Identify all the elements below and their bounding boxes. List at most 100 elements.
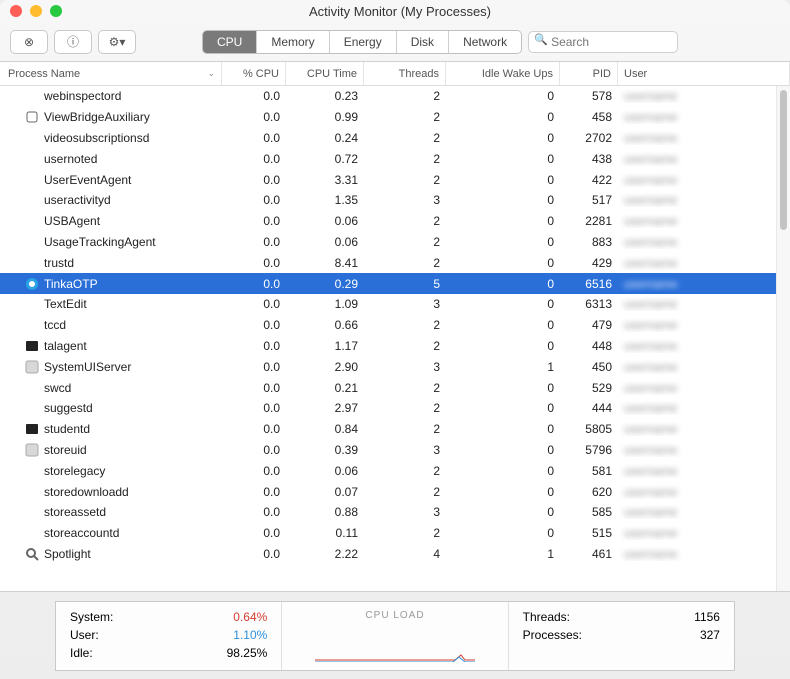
threads-value: 1156 [694, 610, 720, 624]
cpu-percent: 0.0 [222, 89, 286, 103]
threads: 3 [364, 193, 446, 207]
table-row[interactable]: USBAgent0.00.06202281username [0, 211, 776, 232]
stop-icon: ⊗ [24, 35, 34, 49]
idle-wake-ups: 0 [446, 505, 560, 519]
table-row[interactable]: storeassetd0.00.8830585username [0, 502, 776, 523]
process-icon [24, 296, 40, 312]
process-icon [24, 463, 40, 479]
zoom-window-button[interactable] [50, 5, 62, 17]
threads: 3 [364, 297, 446, 311]
cpu-time: 0.99 [286, 110, 364, 124]
threads: 2 [364, 401, 446, 415]
idle-wake-ups: 0 [446, 318, 560, 332]
process-icon [24, 359, 40, 375]
cpu-time: 1.17 [286, 339, 364, 353]
pid: 458 [560, 110, 618, 124]
tab-energy[interactable]: Energy [330, 31, 397, 53]
col-cpu-time[interactable]: CPU Time [286, 62, 364, 85]
cpu-percent: 0.0 [222, 505, 286, 519]
tab-network[interactable]: Network [449, 31, 521, 53]
table-row[interactable]: studentd0.00.84205805username [0, 419, 776, 440]
idle-wake-ups: 0 [446, 131, 560, 145]
close-window-button[interactable] [10, 5, 22, 17]
scrollbar-thumb[interactable] [780, 90, 787, 230]
tab-memory[interactable]: Memory [257, 31, 329, 53]
vertical-scrollbar[interactable] [776, 86, 790, 591]
table-row[interactable]: TextEdit0.01.09306313username [0, 294, 776, 315]
cpu-time: 0.24 [286, 131, 364, 145]
col-process-name[interactable]: Process Name ⌄ [0, 62, 222, 85]
table-row[interactable]: useractivityd0.01.3530517username [0, 190, 776, 211]
tab-disk[interactable]: Disk [397, 31, 449, 53]
pid: 450 [560, 360, 618, 374]
idle-wake-ups: 1 [446, 360, 560, 374]
table-row[interactable]: suggestd0.02.9720444username [0, 398, 776, 419]
user-cell: username [618, 110, 776, 124]
cpu-percent: 0.0 [222, 235, 286, 249]
process-icon [24, 317, 40, 333]
col-idle-wake-ups[interactable]: Idle Wake Ups [446, 62, 560, 85]
process-name: usernoted [44, 152, 97, 166]
col-threads[interactable]: Threads [364, 62, 446, 85]
col-pid[interactable]: PID [560, 62, 618, 85]
idle-wake-ups: 0 [446, 89, 560, 103]
table-row[interactable]: UserEventAgent0.03.3120422username [0, 169, 776, 190]
cpu-time: 0.66 [286, 318, 364, 332]
table-row[interactable]: swcd0.00.2120529username [0, 377, 776, 398]
col-cpu[interactable]: % CPU [222, 62, 286, 85]
settings-button[interactable]: ⚙︎▾ [98, 30, 136, 54]
idle-wake-ups: 0 [446, 193, 560, 207]
cpu-percent: 0.0 [222, 547, 286, 561]
table-row[interactable]: usernoted0.00.7220438username [0, 148, 776, 169]
table-row[interactable]: storeuid0.00.39305796username [0, 440, 776, 461]
pid: 578 [560, 89, 618, 103]
inspect-process-button[interactable]: ⓘ [54, 30, 92, 54]
search-input[interactable] [528, 31, 678, 53]
table-row[interactable]: ViewBridgeAuxiliary0.00.9920458username [0, 107, 776, 128]
pid: 6516 [560, 277, 618, 291]
cpu-load-graph [315, 627, 475, 662]
pid: 5805 [560, 422, 618, 436]
quit-process-button[interactable]: ⊗ [10, 30, 48, 54]
process-icon [24, 442, 40, 458]
user-cell: username [618, 360, 776, 374]
user-cell: username [618, 485, 776, 499]
col-user[interactable]: User [618, 62, 790, 85]
table-row[interactable]: SystemUIServer0.02.9031450username [0, 356, 776, 377]
tab-cpu[interactable]: CPU [203, 31, 257, 53]
table-row[interactable]: trustd0.08.4120429username [0, 252, 776, 273]
table-row[interactable]: videosubscriptionsd0.00.24202702username [0, 128, 776, 149]
cpu-percent: 0.0 [222, 381, 286, 395]
pid: 581 [560, 464, 618, 478]
table-row[interactable]: storedownloadd0.00.0720620username [0, 481, 776, 502]
minimize-window-button[interactable] [30, 5, 42, 17]
table-header: Process Name ⌄ % CPU CPU Time Threads Id… [0, 62, 790, 86]
process-name: storeassetd [44, 505, 106, 519]
user-value: 1.10% [233, 628, 267, 642]
user-cell: username [618, 256, 776, 270]
user-cell: username [618, 235, 776, 249]
threads: 2 [364, 110, 446, 124]
user-cell: username [618, 381, 776, 395]
threads: 2 [364, 318, 446, 332]
table-row[interactable]: webinspectord0.00.2320578username [0, 86, 776, 107]
process-name: suggestd [44, 401, 93, 415]
cpu-percent: 0.0 [222, 360, 286, 374]
idle-wake-ups: 0 [446, 256, 560, 270]
table-row[interactable]: storelegacy0.00.0620581username [0, 460, 776, 481]
process-name: TextEdit [44, 297, 87, 311]
user-cell: username [618, 422, 776, 436]
pid: 429 [560, 256, 618, 270]
table-row[interactable]: tccd0.00.6620479username [0, 315, 776, 336]
cpu-percent: 0.0 [222, 256, 286, 270]
table-row[interactable]: storeaccountd0.00.1120515username [0, 523, 776, 544]
process-name: storeuid [44, 443, 87, 457]
table-row[interactable]: Spotlight0.02.2241461username [0, 544, 776, 565]
table-row[interactable]: talagent0.01.1720448username [0, 336, 776, 357]
process-icon [24, 234, 40, 250]
table-row[interactable]: UsageTrackingAgent0.00.0620883username [0, 232, 776, 253]
user-cell: username [618, 277, 776, 291]
table-row[interactable]: TinkaOTP0.00.29506516username [0, 273, 776, 294]
process-name: UserEventAgent [44, 173, 131, 187]
threads: 3 [364, 360, 446, 374]
